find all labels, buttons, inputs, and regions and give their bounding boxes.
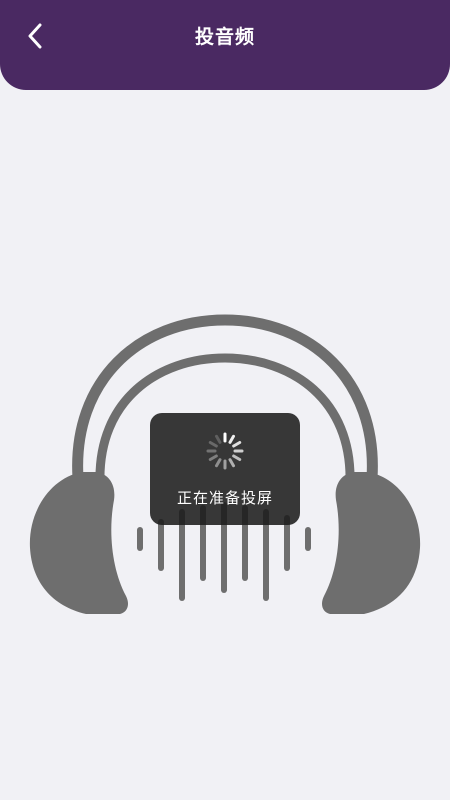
loading-toast: 正在准备投屏 xyxy=(150,413,300,525)
toast-message: 正在准备投屏 xyxy=(176,489,273,507)
screen: 投音频 正在准备投屏 xyxy=(0,0,450,800)
header-bar: 投音频 xyxy=(0,0,450,90)
headphones-audio-icon xyxy=(29,314,421,614)
page-title: 投音频 xyxy=(194,26,255,48)
loading-spinner-icon xyxy=(206,432,244,470)
